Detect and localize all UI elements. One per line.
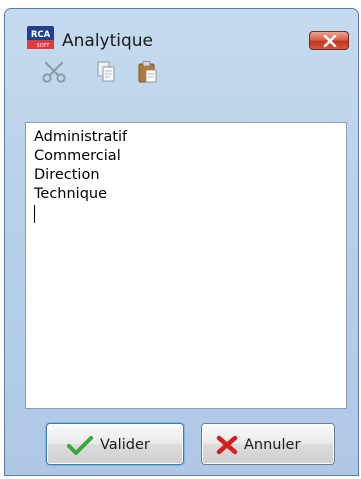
checkmark-icon [67, 436, 93, 455]
edit-toolbar [5, 53, 358, 91]
copy-icon [97, 61, 115, 82]
rca-logo-icon: RCA SOFT [27, 26, 54, 49]
text-line: Commercial [34, 148, 121, 164]
paste-icon [138, 61, 157, 83]
title-bar[interactable]: RCA SOFT Analytique [5, 9, 358, 53]
scissors-icon [42, 61, 66, 83]
svg-text:SOFT: SOFT [37, 43, 51, 49]
text-line: Administratif [34, 129, 128, 145]
close-button[interactable] [309, 31, 349, 50]
close-icon [323, 35, 337, 47]
text-line: Direction [34, 167, 100, 183]
cross-icon [216, 435, 238, 455]
analytique-dialog: RCA SOFT Analytique Administratif Commer… [4, 8, 359, 476]
cut-button[interactable] [41, 59, 67, 85]
cancel-label: Annuler [244, 437, 301, 453]
validate-label: Valider [100, 437, 150, 453]
text-line: Technique [34, 186, 108, 202]
window-title: Analytique [62, 31, 154, 51]
text-caret [34, 205, 35, 223]
svg-text:RCA: RCA [31, 30, 51, 40]
cancel-button[interactable]: Annuler [201, 423, 335, 465]
analytique-text-area[interactable]: Administratif Commercial Direction Techn… [25, 122, 347, 409]
paste-button[interactable] [135, 59, 161, 85]
validate-button[interactable]: Valider [46, 423, 184, 465]
copy-button[interactable] [93, 59, 119, 85]
